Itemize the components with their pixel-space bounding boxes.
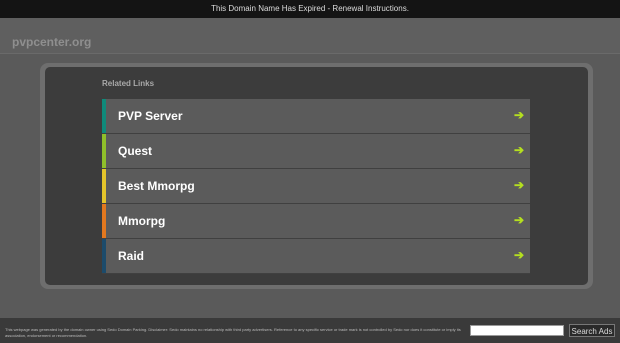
parking-disclaimer: This webpage was generated by the domain… <box>5 327 461 338</box>
link-label[interactable]: Mmorpg <box>118 214 165 228</box>
related-link-pvp-server[interactable]: PVP Server ➔ <box>102 99 530 134</box>
accent-bar <box>102 99 106 133</box>
related-link-best-mmorpg[interactable]: Best Mmorpg ➔ <box>102 169 530 204</box>
accent-bar <box>102 239 106 273</box>
related-links-heading: Related Links <box>102 79 155 88</box>
search-ads-button[interactable]: Search Ads <box>569 324 615 337</box>
expired-notice-bar: This Domain Name Has Expired - Renewal I… <box>0 0 620 18</box>
link-label[interactable]: Best Mmorpg <box>118 179 195 193</box>
arrow-right-icon[interactable]: ➔ <box>514 248 524 262</box>
link-label[interactable]: Quest <box>118 144 152 158</box>
arrow-right-icon[interactable]: ➔ <box>514 143 524 157</box>
renewal-notice-link[interactable]: This Domain Name Has Expired - Renewal I… <box>211 4 409 13</box>
accent-bar <box>102 204 106 238</box>
arrow-right-icon[interactable]: ➔ <box>514 178 524 192</box>
related-link-raid[interactable]: Raid ➔ <box>102 239 530 274</box>
domain-title: pvpcenter.org <box>12 35 92 49</box>
search-ads-input[interactable] <box>470 325 564 336</box>
link-label[interactable]: Raid <box>118 249 144 263</box>
link-label[interactable]: PVP Server <box>118 109 183 123</box>
accent-bar <box>102 134 106 168</box>
arrow-right-icon[interactable]: ➔ <box>514 108 524 122</box>
related-link-quest[interactable]: Quest ➔ <box>102 134 530 169</box>
related-link-mmorpg[interactable]: Mmorpg ➔ <box>102 204 530 239</box>
accent-bar <box>102 169 106 203</box>
arrow-right-icon[interactable]: ➔ <box>514 213 524 227</box>
related-links-list: PVP Server ➔ Quest ➔ Best Mmorpg ➔ Mmorp… <box>102 99 530 274</box>
header: pvpcenter.org <box>0 18 620 54</box>
